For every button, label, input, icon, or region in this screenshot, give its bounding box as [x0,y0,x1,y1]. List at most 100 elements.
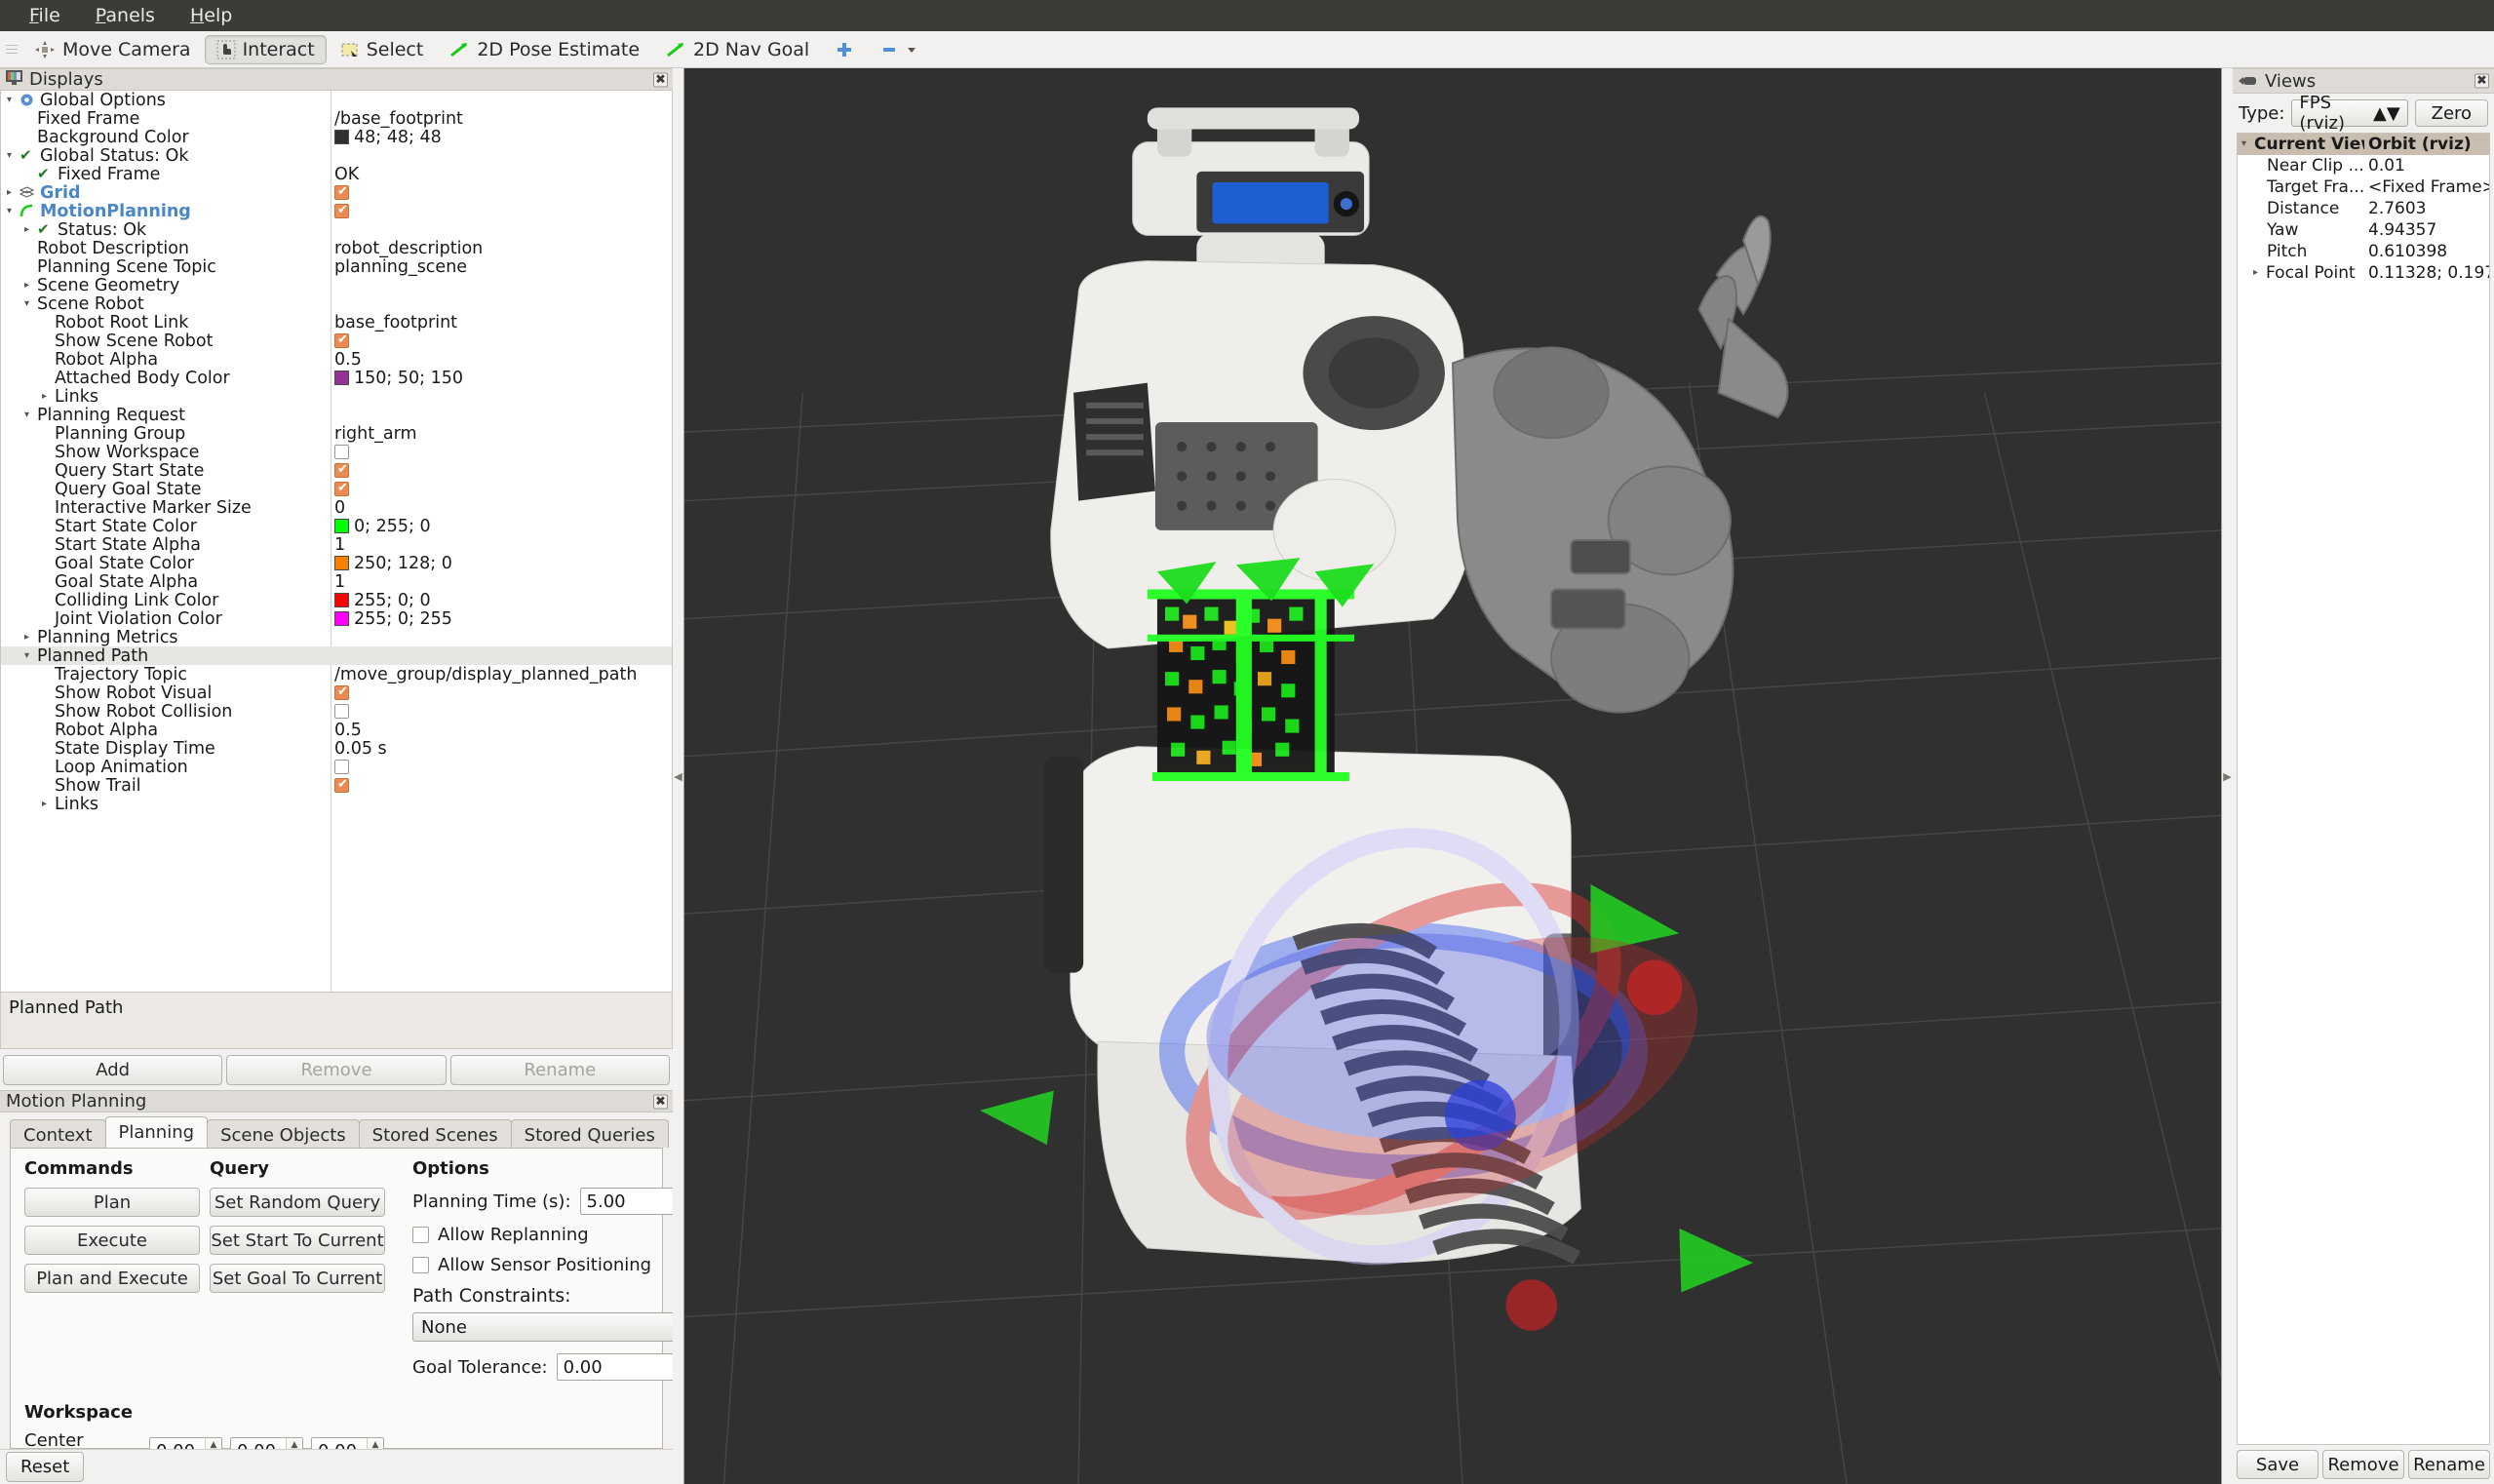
display-row-checkbox[interactable] [334,463,349,478]
display-row-value-cell[interactable]: 0.5 [331,350,672,370]
display-row[interactable]: Fixed Frame/base_footprint [1,109,672,128]
display-row[interactable]: Robot Root Linkbase_footprint [1,313,672,332]
expand-arrow-icon[interactable] [24,633,37,643]
tab-planning[interactable]: Planning [105,1116,209,1148]
display-row-checkbox[interactable] [334,445,349,459]
view-property-row[interactable]: Near Clip ...0.01 [2238,155,2489,176]
color-swatch[interactable] [334,519,349,533]
query-set-start-to-current-button[interactable]: Set Start To Current [210,1226,385,1255]
color-swatch[interactable] [334,130,349,144]
display-row[interactable]: Show Robot Visual [1,683,672,702]
render-view-3d[interactable] [683,68,2222,1484]
display-row-value-cell[interactable]: 0.5 [331,721,672,740]
displays-tree[interactable]: Global OptionsFixed Frame/base_footprint… [0,91,673,993]
display-row[interactable]: Show Robot Collision [1,702,672,721]
menu-item-help[interactable]: Help [175,4,248,28]
display-row[interactable]: Attached Body Color150; 50; 150 [1,369,672,387]
collapse-arrow-icon[interactable] [7,96,19,105]
display-row[interactable]: Planning Groupright_arm [1,424,672,443]
display-row-value-cell[interactable] [331,760,672,774]
display-row-value-cell[interactable]: 0.05 s [331,739,672,759]
display-row[interactable]: Planning Metrics [1,628,672,646]
add-tool-button[interactable] [823,35,866,64]
command-execute-button[interactable]: Execute [24,1226,200,1255]
command-plan-and-execute-button[interactable]: Plan and Execute [24,1264,200,1293]
display-row[interactable]: Grid [1,183,672,202]
move-camera-tool[interactable]: Move Camera [22,35,203,64]
display-row-value-cell[interactable] [331,204,672,218]
display-row-checkbox[interactable] [334,704,349,719]
view-property-row[interactable]: Distance2.7603 [2238,198,2489,219]
display-row-checkbox[interactable] [334,185,349,200]
display-row-value-cell[interactable]: 250; 128; 0 [331,554,672,573]
allow-replanning-checkbox[interactable] [412,1227,429,1243]
display-row[interactable]: Planning Request [1,406,672,424]
display-row-value-cell[interactable] [331,685,672,700]
remove-view-button[interactable]: Remove [2322,1450,2404,1479]
collapse-arrow-icon[interactable] [7,207,19,216]
right-splitter[interactable]: ▶ [2222,68,2233,1484]
display-row-value-cell[interactable]: 48; 48; 48 [331,128,672,147]
display-row-checkbox[interactable] [334,333,349,348]
close-icon[interactable]: ✖ [2475,74,2489,89]
pose-estimate-tool[interactable]: 2D Pose Estimate [437,35,651,64]
display-row-value-cell[interactable] [331,704,672,719]
display-row-value-cell[interactable]: 255; 0; 255 [331,609,672,629]
rename-view-button[interactable]: Rename [2408,1450,2490,1479]
display-row-value-cell[interactable]: base_footprint [331,313,672,332]
display-row[interactable]: Planning Scene Topicplanning_scene [1,257,672,276]
collapse-arrow-icon[interactable] [7,151,19,161]
remove-tool-button[interactable] [868,35,929,64]
tab-stored-scenes[interactable]: Stored Scenes [359,1119,512,1148]
display-row-value-cell[interactable] [331,333,672,348]
color-swatch[interactable] [334,611,349,626]
display-row-value-cell[interactable]: /base_footprint [331,109,672,129]
display-row[interactable]: ✔Fixed FrameOK [1,165,672,183]
display-row[interactable]: Goal State Color250; 128; 0 [1,554,672,572]
color-swatch[interactable] [334,556,349,570]
select-tool[interactable]: Select [329,35,436,64]
expand-arrow-icon[interactable] [42,800,55,809]
display-row[interactable]: Planned Path [1,646,672,665]
menu-item-file[interactable]: File [14,4,76,28]
expand-arrow-icon[interactable] [24,281,37,291]
views-tree[interactable]: Current View Orbit (rviz) Near Clip ...0… [2237,133,2490,1445]
display-row[interactable]: ✔Global Status: Ok [1,146,672,165]
display-row[interactable]: Scene Geometry [1,276,672,294]
display-row[interactable]: Colliding Link Color255; 0; 0 [1,591,672,609]
display-row-value-cell[interactable] [331,463,672,478]
query-set-random-query-button[interactable]: Set Random Query [210,1188,385,1217]
display-row-value-cell[interactable]: OK [331,165,672,184]
display-row-checkbox[interactable] [334,482,349,496]
expand-arrow-icon[interactable] [24,225,37,235]
expand-arrow-icon[interactable] [42,392,55,402]
chevron-down-icon[interactable] [906,44,917,56]
close-icon[interactable]: ✖ [653,1094,668,1109]
left-splitter[interactable]: ◀ [673,68,683,1484]
display-row[interactable]: Joint Violation Color255; 0; 255 [1,609,672,628]
display-row[interactable]: Scene Robot [1,294,672,313]
display-row[interactable]: Goal State Alpha1 [1,572,672,591]
display-row-checkbox[interactable] [334,204,349,218]
collapse-arrow-icon[interactable] [24,651,37,661]
display-row[interactable]: Interactive Marker Size0 [1,498,672,517]
display-row[interactable]: Show Workspace [1,443,672,461]
color-swatch[interactable] [334,593,349,607]
zero-button[interactable]: Zero [2415,99,2488,127]
expand-arrow-icon[interactable] [2253,268,2266,278]
collapse-arrow-icon[interactable] [24,299,37,309]
view-property-row[interactable]: Target Fra...<Fixed Frame> [2238,176,2489,198]
display-row[interactable]: Robot Alpha0.5 [1,350,672,369]
display-row-value-cell[interactable] [331,482,672,496]
display-row[interactable]: Global Options [1,91,672,109]
reset-button[interactable]: Reset [6,1452,84,1482]
display-row-value-cell[interactable] [331,185,672,200]
display-row[interactable]: ✔Status: Ok [1,220,672,239]
allow-sensor-positioning-checkbox[interactable] [412,1257,429,1273]
display-row[interactable]: Background Color48; 48; 48 [1,128,672,146]
display-row[interactable]: Show Scene Robot [1,332,672,350]
display-row-value-cell[interactable]: 0 [331,498,672,518]
display-row[interactable]: Show Trail [1,776,672,795]
view-property-row[interactable]: Pitch0.610398 [2238,241,2489,262]
display-row-value-cell[interactable]: 150; 50; 150 [331,369,672,388]
